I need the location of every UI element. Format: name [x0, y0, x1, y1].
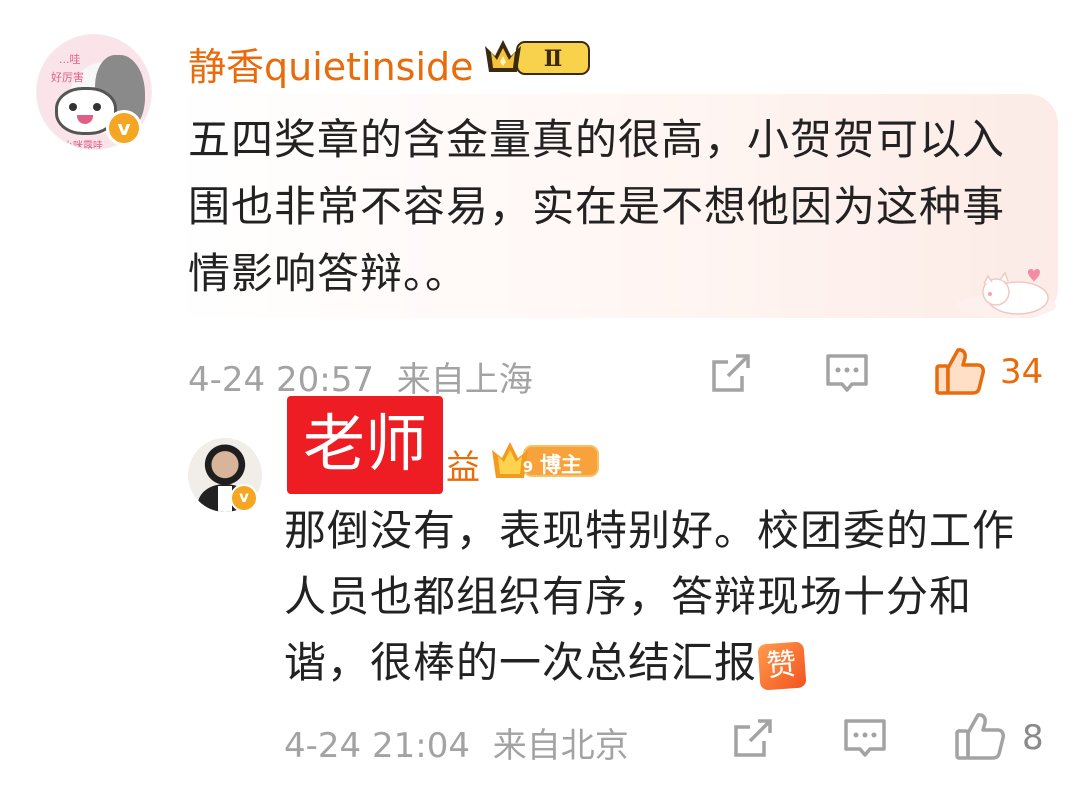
username-overlay-label: 老师 — [287, 396, 443, 494]
zan-emoji-icon: 赞 — [757, 640, 807, 691]
weibo-comment-thread: ...哇 好厉害 小咪露哇 v 静香quietinside Ⅱ 五四奖章的含金量… — [0, 0, 1080, 795]
comment-timestamp: 4-24 20:57 — [188, 360, 374, 400]
thumbs-up-icon[interactable] — [934, 346, 986, 396]
comment-icon[interactable] — [824, 350, 870, 396]
share-icon[interactable] — [708, 350, 754, 396]
level-badge-text: Ⅱ — [544, 46, 563, 72]
comment-icon[interactable] — [842, 715, 888, 761]
replier-username[interactable]: 益 — [446, 440, 480, 489]
reply-text: 那倒没有，表现特别好。校团委的工作人员也都组织有序，答辩现场十分和谐，很棒的一次… — [284, 506, 1016, 687]
reply-location: 来自北京 — [492, 726, 629, 766]
like-count: 34 — [1000, 352, 1044, 392]
avatar-text: 好厉害 — [51, 71, 84, 84]
reply-meta: 4-24 21:04 来自北京 — [284, 718, 629, 767]
reply-text-block: 那倒没有，表现特别好。校团委的工作人员也都组织有序，答辩现场十分和谐，很棒的一次… — [284, 498, 1024, 696]
share-icon[interactable] — [730, 715, 776, 761]
blogger-badge-label: 博主 — [540, 453, 582, 477]
avatar-eye — [69, 103, 77, 111]
avatar-signature: 小咪露哇 — [63, 141, 103, 150]
comment-location: 来自上海 — [396, 360, 533, 400]
verified-badge-icon: v — [106, 110, 142, 146]
thumbs-up-icon[interactable] — [954, 711, 1006, 761]
crown-level-badge-icon[interactable]: Ⅱ — [483, 36, 595, 78]
badge-level-number: 9 — [523, 458, 533, 476]
like-count: 8 — [1022, 718, 1044, 758]
avatar-text: ...哇 — [59, 53, 81, 66]
commenter-username[interactable]: 静香quietinside — [188, 36, 474, 91]
verified-badge-icon: v — [230, 484, 258, 512]
avatar-eye — [93, 103, 101, 111]
reply-timestamp: 4-24 21:04 — [284, 726, 470, 766]
comment-meta: 4-24 20:57 来自上海 — [188, 352, 533, 401]
comment-text: 五四奖章的含金量真的很高，小贺贺可以入围也非常不容易，实在是不想他因为这种事情影… — [188, 115, 1006, 298]
